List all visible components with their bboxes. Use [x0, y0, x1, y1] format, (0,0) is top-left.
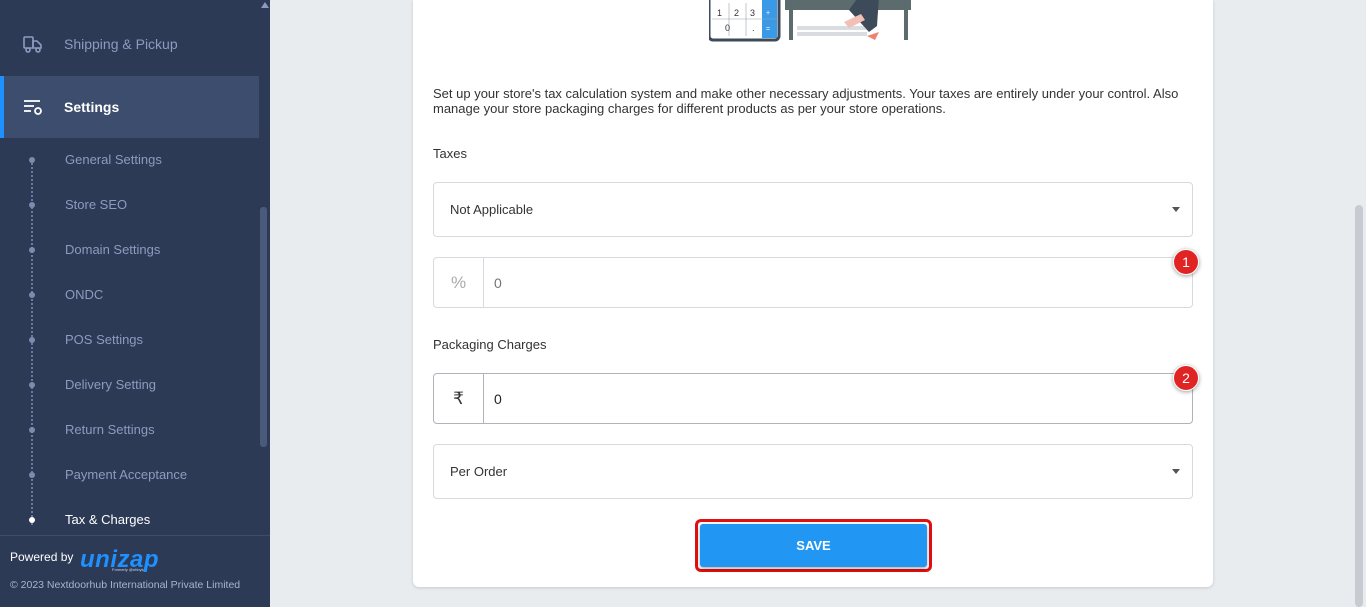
taxes-select[interactable]: Not Applicable: [433, 182, 1193, 237]
calc-key: 1: [717, 8, 722, 18]
bullet-icon: [29, 337, 35, 343]
tax-percent-field: %: [433, 257, 1193, 308]
step-badge-2: 2: [1173, 365, 1199, 391]
calc-key: +: [766, 10, 770, 17]
copyright-text: © 2023 Nextdoorhub International Private…: [10, 579, 241, 591]
sidebar: Shipping & Pickup Settings General Setti…: [0, 0, 270, 607]
tax-calculator-illustration: 1 2 3 + 0 . =: [709, 0, 911, 42]
bullet-icon: [29, 427, 35, 433]
truck-icon: [22, 33, 44, 55]
sidebar-subitem-label: Payment Acceptance: [65, 467, 188, 482]
sidebar-item-label: Settings: [64, 99, 120, 115]
save-button[interactable]: SAVE: [700, 524, 927, 567]
sidebar-subitem-label: POS Settings: [65, 332, 144, 347]
save-button-highlight: SAVE: [695, 519, 932, 572]
caret-down-icon: [1172, 469, 1180, 474]
bullet-icon: [29, 517, 35, 523]
sidebar-subitem-ondc[interactable]: ONDC: [0, 272, 259, 317]
sidebar-subitem-store-seo[interactable]: Store SEO: [0, 182, 259, 227]
sidebar-subitem-label: Return Settings: [65, 422, 155, 437]
rupee-icon: ₹: [434, 374, 484, 423]
bullet-icon: [29, 202, 35, 208]
sidebar-subitem-label: Store SEO: [65, 197, 128, 212]
tax-description: Set up your store's tax calculation syst…: [433, 86, 1179, 116]
calc-key: .: [752, 23, 755, 33]
sidebar-subitem-label: Domain Settings: [65, 242, 161, 257]
powered-by-text: Powered by: [10, 550, 74, 564]
packaging-charges-input[interactable]: [484, 374, 1192, 423]
tax-charges-card: 1 2 3 + 0 . = Set up your store's tax ca…: [413, 0, 1213, 587]
caret-down-icon: [1172, 207, 1180, 212]
sidebar-subitem-label: ONDC: [65, 287, 104, 302]
bullet-icon: [29, 157, 35, 163]
sidebar-scrollbar[interactable]: [260, 207, 267, 447]
sidebar-subitem-payment-acceptance[interactable]: Payment Acceptance: [0, 452, 259, 497]
bullet-icon: [29, 382, 35, 388]
step-badge-1: 1: [1173, 249, 1199, 275]
bullet-icon: [29, 247, 35, 253]
taxes-select-value: Not Applicable: [450, 202, 534, 217]
sidebar-item-shipping[interactable]: Shipping & Pickup: [0, 13, 259, 75]
calc-key: 2: [734, 8, 739, 18]
tax-percent-input[interactable]: [484, 258, 1192, 307]
sidebar-item-label: Shipping & Pickup: [64, 36, 178, 52]
calc-key: 0: [725, 23, 730, 33]
sidebar-footer: Powered by unizap Formerly @nhbyk © 2023…: [0, 535, 270, 607]
calc-key: 3: [750, 8, 755, 18]
bullet-icon: [29, 292, 35, 298]
sidebar-subitem-label: Delivery Setting: [65, 377, 157, 392]
sidebar-scroll-up-icon[interactable]: [261, 2, 269, 8]
settings-list-icon: [22, 96, 44, 118]
calc-key: =: [766, 26, 770, 33]
packaging-charges-field: ₹: [433, 373, 1193, 424]
bullet-icon: [29, 472, 35, 478]
sidebar-item-settings[interactable]: Settings: [0, 76, 259, 138]
charge-type-select-value: Per Order: [450, 464, 508, 479]
sidebar-subitem-delivery-setting[interactable]: Delivery Setting: [0, 362, 259, 407]
sidebar-subitem-pos-settings[interactable]: POS Settings: [0, 317, 259, 362]
sidebar-subitem-return-settings[interactable]: Return Settings: [0, 407, 259, 452]
logo-subtext: Formerly @nhbyk: [112, 567, 144, 572]
sidebar-subitem-label: General Settings: [65, 152, 162, 167]
sidebar-subitem-general-settings[interactable]: General Settings: [0, 137, 259, 182]
taxes-label: Taxes: [433, 146, 467, 161]
sidebar-subitem-domain-settings[interactable]: Domain Settings: [0, 227, 259, 272]
sidebar-subitem-label: Tax & Charges: [65, 512, 151, 527]
percent-icon: %: [434, 258, 484, 307]
charge-type-select[interactable]: Per Order: [433, 444, 1193, 499]
main-scrollbar[interactable]: [1355, 205, 1363, 607]
packaging-charges-label: Packaging Charges: [433, 337, 547, 352]
